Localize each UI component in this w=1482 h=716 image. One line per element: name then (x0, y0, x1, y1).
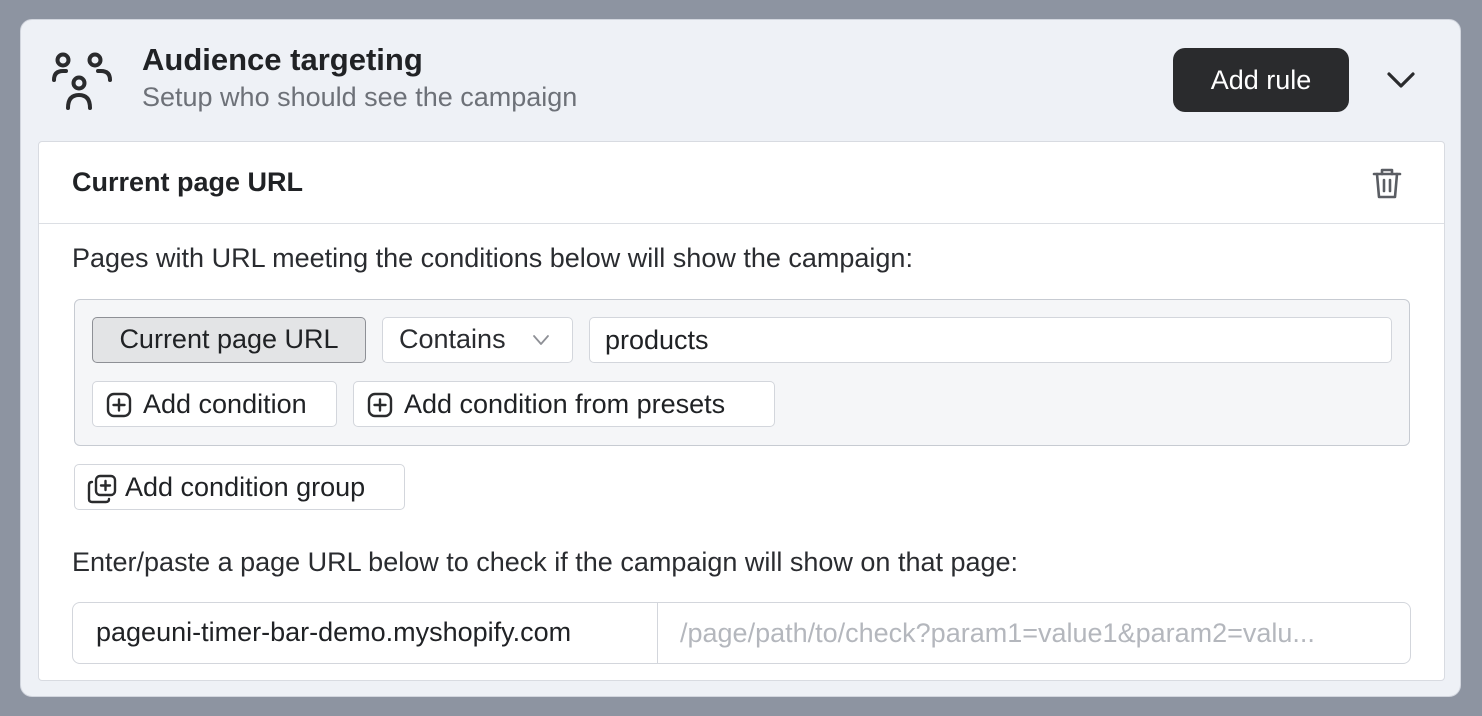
rule-card-header: Current page URL (39, 142, 1444, 224)
url-domain-prefix: pageuni-timer-bar-demo.myshopify.com (73, 603, 658, 663)
add-condition-group-label: Add condition group (125, 471, 366, 502)
rule-description: Pages with URL meeting the conditions be… (72, 243, 913, 273)
rule-title: Current page URL (72, 167, 304, 197)
audience-icon (52, 52, 112, 110)
condition-field[interactable]: Current page URL (92, 317, 366, 363)
plus-square-icon (106, 392, 132, 418)
add-condition-from-presets-button[interactable]: Add condition from presets (353, 381, 775, 427)
condition-operator-select[interactable]: Contains (382, 317, 573, 363)
add-rule-button[interactable]: Add rule (1173, 48, 1349, 112)
chevron-down-icon (533, 335, 549, 345)
condition-group: Current page URL Contains Add condition (74, 299, 1410, 446)
panel-subtitle: Setup who should see the campaign (142, 82, 578, 112)
url-check-description: Enter/paste a page URL below to check if… (72, 547, 1019, 577)
url-check-field: pageuni-timer-bar-demo.myshopify.com (72, 602, 1411, 664)
add-condition-label: Add condition (143, 388, 307, 419)
url-path-input[interactable] (658, 603, 1410, 663)
audience-targeting-panel: Audience targeting Setup who should see … (20, 19, 1461, 697)
condition-value-input[interactable] (589, 317, 1392, 363)
condition-operator-value: Contains (399, 324, 506, 354)
panel-header: Audience targeting Setup who should see … (21, 20, 1460, 140)
copy-plus-icon (87, 474, 117, 504)
add-condition-button[interactable]: Add condition (92, 381, 337, 427)
chevron-down-icon[interactable] (1385, 64, 1417, 96)
plus-square-icon (367, 392, 393, 418)
add-condition-group-button[interactable]: Add condition group (74, 464, 405, 510)
add-condition-presets-label: Add condition from presets (404, 388, 726, 419)
panel-title: Audience targeting (142, 42, 423, 77)
rule-card: Current page URL Pages with URL meeting … (38, 141, 1445, 681)
trash-icon[interactable] (1369, 165, 1405, 201)
